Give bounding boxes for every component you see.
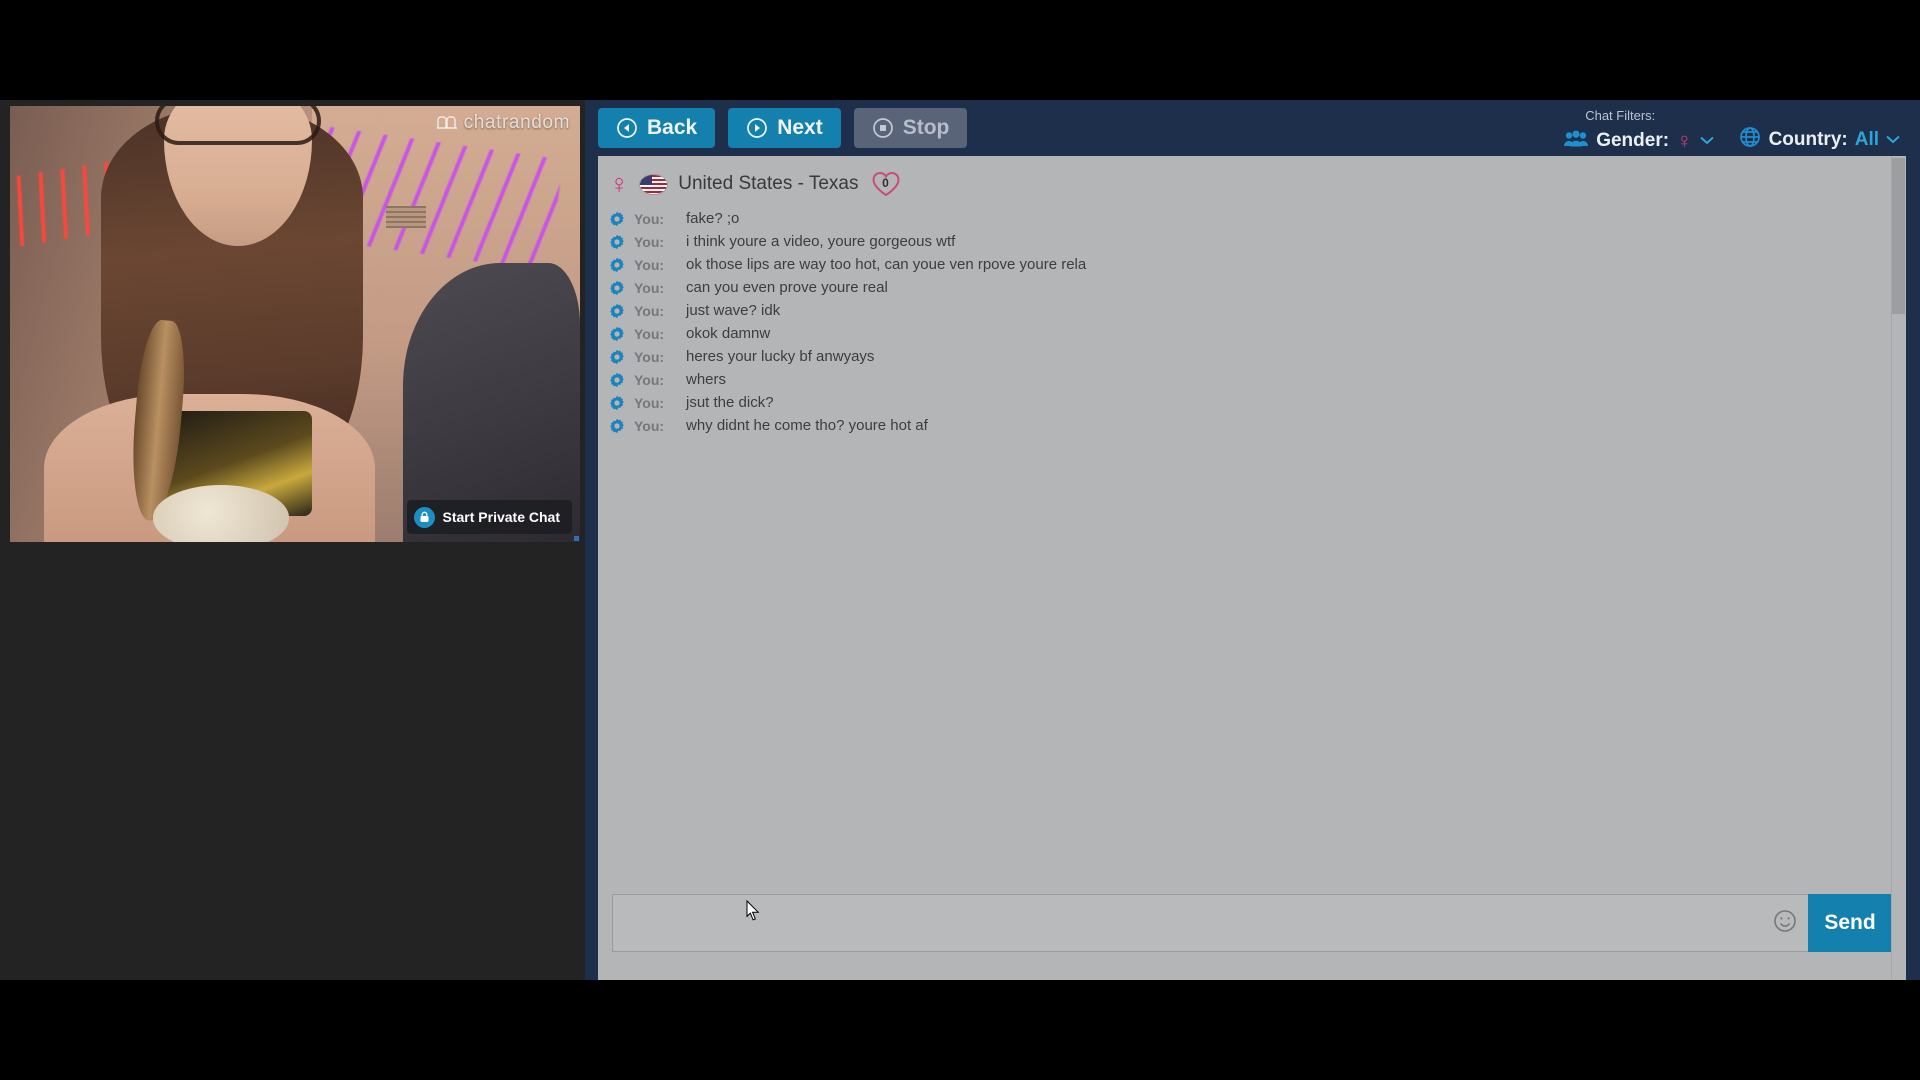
- gear-bullet-icon: [609, 211, 625, 227]
- watermark-text: chatrandom: [463, 112, 570, 133]
- chat-message: You: okok damnw: [609, 322, 1906, 345]
- stop-label: Stop: [902, 116, 950, 139]
- gear-bullet-icon: [609, 257, 625, 273]
- chat-message: You: i think youre a video, youre gorgeou…: [609, 230, 1906, 253]
- chat-message-list: You: fake? ;o You: i think youre a video, y…: [598, 205, 1906, 437]
- chat-message-sender: You:: [634, 394, 665, 411]
- video-person-glasses: [155, 106, 321, 146]
- chat-body: ♀ United States - Texas 0 You: fake? ;o Yo…: [598, 156, 1906, 980]
- chat-input-wrap: [612, 894, 1808, 952]
- back-button[interactable]: Back: [598, 108, 716, 148]
- favorite-count: 0: [882, 176, 889, 190]
- chat-message: You: fake? ;o: [609, 207, 1906, 230]
- chat-message-sender: You:: [634, 371, 665, 388]
- chat-message-sender: You:: [634, 256, 665, 273]
- resize-handle[interactable]: [574, 536, 579, 541]
- chat-message-text: just wave? idk: [686, 302, 781, 319]
- gear-bullet-icon: [609, 326, 625, 342]
- peer-info-bar: ♀ United States - Texas 0: [598, 156, 1906, 205]
- lock-icon: [413, 506, 435, 528]
- chat-message-text: ok those lips are way too hot, can youe …: [686, 256, 1087, 273]
- chat-message-sender: You:: [634, 233, 665, 250]
- play-forward-circle-icon: [746, 117, 768, 139]
- chat-message-text: whers: [686, 371, 727, 388]
- video-column: chatrandom Start Private Chat: [0, 100, 585, 980]
- video-plush-toy: [152, 485, 290, 542]
- screen: chatrandom Start Private Chat Back Next …: [0, 0, 1920, 1080]
- gender-filter-label: Gender:: [1596, 130, 1670, 151]
- back-label: Back: [647, 116, 698, 139]
- emoji-picker-button[interactable]: [1762, 908, 1808, 939]
- play-back-circle-icon: [616, 117, 638, 139]
- gear-bullet-icon: [609, 372, 625, 388]
- people-group-icon: [1563, 130, 1589, 153]
- chat-message: You: just wave? idk: [609, 299, 1906, 322]
- chat-message-text: heres your lucky bf anwyays: [686, 348, 875, 365]
- gear-bullet-icon: [609, 234, 625, 250]
- remote-video-player[interactable]: chatrandom Start Private Chat: [10, 106, 580, 542]
- chat-message-sender: You:: [634, 325, 665, 342]
- stop-button[interactable]: Stop: [853, 108, 968, 148]
- chat-message: You: heres your lucky bf anwyays: [609, 345, 1906, 368]
- chat-message-sender: You:: [634, 417, 665, 434]
- country-filter-value: All: [1854, 128, 1879, 150]
- united-states-flag-icon: [640, 174, 668, 194]
- chat-message: You: why didnt he come tho? youre hot af: [609, 414, 1906, 437]
- next-button[interactable]: Next: [728, 108, 841, 148]
- chat-scrollbar-track[interactable]: [1891, 156, 1906, 980]
- gear-bullet-icon: [609, 418, 625, 434]
- chat-composer: Send: [598, 894, 1906, 952]
- peer-location: United States - Texas: [678, 173, 859, 194]
- chat-input[interactable]: [613, 895, 1762, 951]
- chat-filters-title: Chat Filters:: [1585, 108, 1656, 123]
- chat-toolbar: Back Next Stop Chat Filters: Gender: ♀ C…: [585, 100, 1920, 157]
- favorite-button[interactable]: 0: [870, 169, 902, 199]
- chat-message: You: jsut the dick?: [609, 391, 1906, 414]
- gender-filter-value: ♀: [1676, 128, 1693, 153]
- video-wall-vent: [386, 206, 427, 229]
- chat-message-sender: You:: [634, 279, 665, 296]
- chat-message-text: i think youre a video, youre gorgeous wt…: [686, 233, 956, 250]
- stop-circle-icon: [872, 117, 894, 139]
- chat-message-text: can you even prove youre real: [686, 279, 888, 296]
- chat-scrollbar-thumb[interactable]: [1892, 158, 1905, 314]
- gear-bullet-icon: [609, 280, 625, 296]
- gender-filter[interactable]: Gender: ♀: [1563, 128, 1714, 157]
- chevron-down-icon: [1699, 132, 1714, 150]
- chatrandom-logo-icon: [436, 115, 458, 131]
- next-label: Next: [777, 116, 823, 139]
- peer-gender-icon: ♀: [609, 168, 630, 199]
- chat-message-text: fake? ;o: [686, 210, 740, 227]
- chat-filters: Chat Filters: Gender: ♀ Country: All: [1563, 108, 1900, 157]
- chat-column: Back Next Stop Chat Filters: Gender: ♀ C…: [585, 100, 1920, 980]
- chat-message: You: can you even prove youre real: [609, 276, 1906, 299]
- chevron-down-icon: [1886, 131, 1900, 149]
- chat-message-text: jsut the dick?: [686, 394, 774, 411]
- start-private-chat-label: Start Private Chat: [442, 509, 560, 525]
- globe-icon: [1738, 125, 1762, 154]
- chat-message-sender: You:: [634, 210, 665, 227]
- start-private-chat-button[interactable]: Start Private Chat: [406, 500, 572, 534]
- send-button[interactable]: Send: [1808, 894, 1892, 952]
- chat-message-text: why didnt he come tho? youre hot af: [686, 417, 928, 434]
- chat-message-sender: You:: [634, 348, 665, 365]
- gear-bullet-icon: [609, 303, 625, 319]
- smiley-face-icon: [1772, 908, 1798, 939]
- chatrandom-watermark: chatrandom: [436, 112, 570, 134]
- chat-message: You: whers: [609, 368, 1906, 391]
- country-filter-label: Country:: [1768, 128, 1848, 150]
- chat-message: You: ok those lips are way too hot, can y…: [609, 253, 1906, 276]
- chat-message-sender: You:: [634, 302, 665, 319]
- gear-bullet-icon: [609, 395, 625, 411]
- country-filter[interactable]: Country: All: [1737, 125, 1900, 157]
- chat-message-text: okok damnw: [686, 325, 771, 342]
- gear-bullet-icon: [609, 349, 625, 365]
